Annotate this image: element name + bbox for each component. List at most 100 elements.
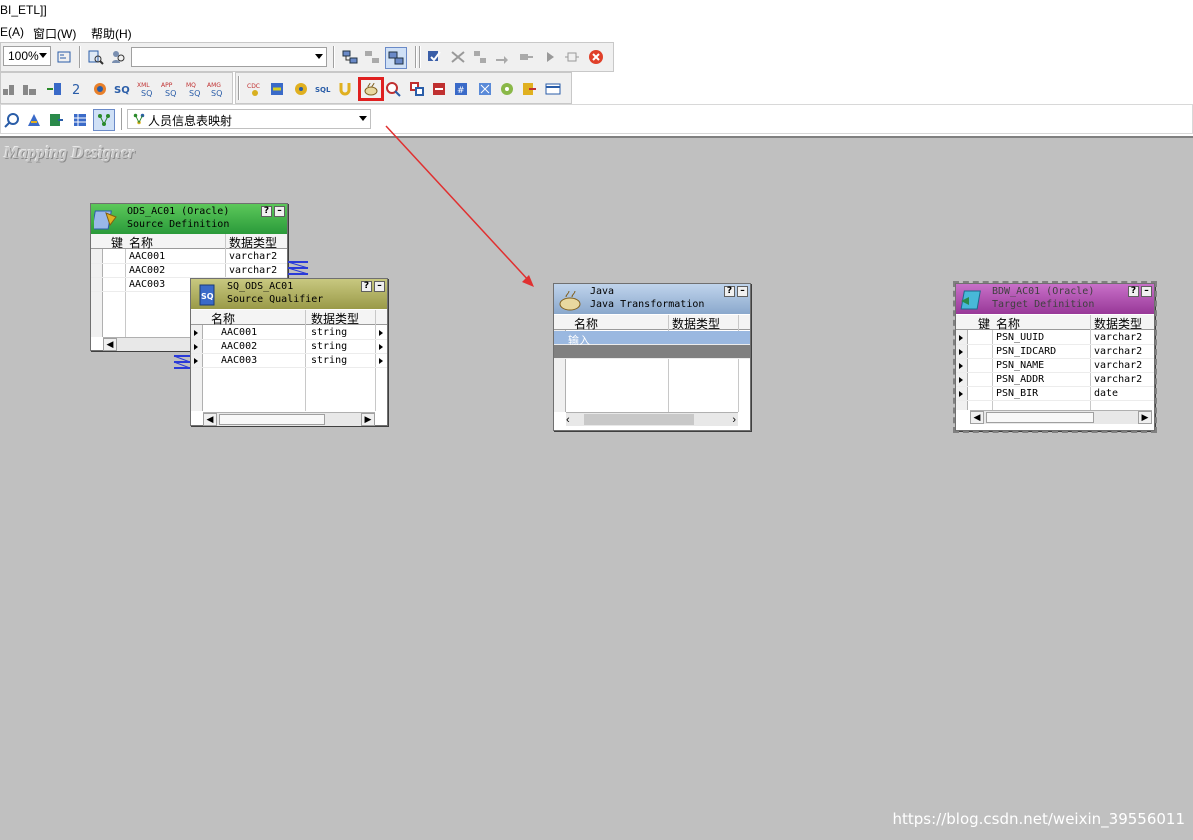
transformation-developer-icon[interactable]: [71, 111, 89, 129]
java-transformation-widget[interactable]: Java Java Transformation ? – 名称 数据类型 输入 ‹…: [553, 283, 751, 431]
scroll-left-icon[interactable]: ‹: [566, 414, 570, 426]
debug-continue-button[interactable]: [517, 48, 535, 66]
target-designer-icon[interactable]: [47, 111, 65, 129]
minimize-button[interactable]: –: [374, 281, 385, 292]
svg-text:XML: XML: [137, 82, 150, 89]
lookup-search-icon[interactable]: [384, 80, 402, 98]
qualifier-header[interactable]: SQ SQ_ODS_AC01 Source Qualifier ? –: [191, 279, 387, 309]
stop-icon[interactable]: [587, 48, 605, 66]
target-header[interactable]: BDW_AC01 (Oracle) Target Definition ? –: [956, 284, 1154, 314]
help-button[interactable]: ?: [361, 281, 372, 292]
mapping-selector[interactable]: 人员信息表映射: [127, 109, 371, 129]
union-icon[interactable]: [336, 80, 354, 98]
port-in-icon: [959, 377, 963, 383]
table-row[interactable]: PSN_ADDR varchar2: [956, 373, 1154, 387]
port-out-icon: [379, 358, 383, 364]
table-row[interactable]: AAC002 string: [191, 340, 387, 354]
watermark-text: https://blog.csdn.net/weixin_39556011: [892, 810, 1185, 828]
arrange-iconic-button[interactable]: [363, 48, 381, 66]
menu-item-a[interactable]: E(A): [0, 25, 24, 39]
stored-proc-icon[interactable]: [292, 80, 310, 98]
mq-sq-icon[interactable]: MQ SQ: [185, 78, 205, 100]
table-row[interactable]: PSN_UUID varchar2: [956, 331, 1154, 345]
svg-text:SQ: SQ: [165, 89, 176, 98]
help-button[interactable]: ?: [724, 286, 735, 297]
horizontal-scrollbar[interactable]: ‹ ›: [566, 412, 738, 426]
update-strategy-icon[interactable]: [520, 80, 538, 98]
toolbar-row-2b: CDC SQL #: [235, 72, 572, 104]
menu-item-window[interactable]: 窗口(W): [33, 25, 76, 42]
overview-button[interactable]: [385, 47, 407, 69]
scroll-thumb[interactable]: [219, 414, 325, 425]
java-header[interactable]: Java Java Transformation ? –: [554, 284, 750, 314]
source-qualifier-widget[interactable]: SQ SQ_ODS_AC01 Source Qualifier ? – 名称 数据…: [190, 278, 388, 426]
table-row[interactable]: PSN_BIR date: [956, 387, 1154, 401]
transaction-control-icon[interactable]: [544, 80, 562, 98]
find-users-button[interactable]: [109, 48, 127, 66]
mapping-designer-icon[interactable]: [93, 109, 115, 131]
mapping-icon: [133, 113, 145, 125]
port-out-icon: [379, 344, 383, 350]
zoom-select[interactable]: 100%: [3, 46, 51, 66]
minimize-button[interactable]: –: [737, 286, 748, 297]
workspace-search-icon[interactable]: [3, 111, 21, 129]
table-row[interactable]: AAC001 string: [191, 326, 387, 340]
validate-button[interactable]: [425, 48, 443, 66]
router-icon[interactable]: [430, 80, 448, 98]
table-row[interactable]: PSN_IDCARD varchar2: [956, 345, 1154, 359]
scroll-right-icon[interactable]: ▶: [361, 413, 375, 426]
source-header[interactable]: ODS_AC01 (Oracle) Source Definition ? –: [91, 204, 287, 234]
arrange-right-icon[interactable]: [21, 80, 39, 98]
joiner-icon[interactable]: [476, 80, 494, 98]
scroll-left-icon[interactable]: ◀: [103, 338, 117, 351]
scroll-left-icon[interactable]: ◀: [203, 413, 217, 426]
minimize-button[interactable]: –: [274, 206, 285, 217]
rank-icon[interactable]: 2: [67, 80, 85, 98]
table-row[interactable]: AAC003 string: [191, 354, 387, 368]
arrange-left-icon[interactable]: [1, 80, 19, 98]
expression-icon[interactable]: [45, 80, 63, 98]
scroll-right-icon[interactable]: ▶: [1138, 411, 1152, 424]
arrange-button[interactable]: [341, 48, 359, 66]
menu-item-help[interactable]: 帮助(H): [91, 25, 132, 42]
source-analyzer-icon[interactable]: [25, 111, 43, 129]
mapplet-icon[interactable]: [498, 80, 516, 98]
svg-text:#: #: [457, 86, 465, 96]
minimize-button[interactable]: –: [1141, 286, 1152, 297]
sq-icon[interactable]: SQ: [113, 80, 131, 98]
xml-sq-icon[interactable]: XML SQ: [137, 78, 157, 100]
horizontal-scrollbar[interactable]: ◀ ▶: [970, 410, 1152, 424]
mapping-canvas[interactable]: Mapping Designer ODS_AC01 (Oracle) Sourc…: [0, 136, 1193, 840]
sql-icon[interactable]: SQL: [314, 80, 332, 98]
window-title-bar: BI_ETL]]: [0, 0, 1193, 22]
debug-step-button[interactable]: [471, 48, 489, 66]
help-button[interactable]: ?: [261, 206, 272, 217]
scroll-left-icon[interactable]: ◀: [970, 411, 984, 424]
zoom-fit-button[interactable]: [55, 48, 73, 66]
amg-sq-icon[interactable]: AMG SQ: [207, 78, 227, 100]
scroll-thumb[interactable]: [584, 414, 694, 425]
scroll-right-icon[interactable]: ›: [732, 414, 736, 426]
debug-break-button[interactable]: [563, 48, 581, 66]
lookup-icon[interactable]: [268, 80, 286, 98]
cdc-icon[interactable]: CDC: [246, 80, 264, 98]
table-row[interactable]: PSN_NAME varchar2: [956, 359, 1154, 373]
normalizer-icon[interactable]: [408, 80, 426, 98]
search-combo[interactable]: [131, 47, 327, 67]
java-transformation-button[interactable]: [358, 77, 384, 101]
sorter-icon[interactable]: [91, 80, 109, 98]
debug-next-button[interactable]: [493, 48, 511, 66]
scroll-thumb[interactable]: [986, 412, 1094, 423]
app-sq-icon[interactable]: APP SQ: [161, 78, 181, 100]
table-row[interactable]: [554, 345, 750, 359]
sequence-icon[interactable]: #: [452, 80, 470, 98]
table-row-input[interactable]: 输入: [554, 331, 750, 347]
help-button[interactable]: ?: [1128, 286, 1139, 297]
target-definition-widget[interactable]: BDW_AC01 (Oracle) Target Definition ? – 键…: [953, 281, 1157, 433]
debug-button[interactable]: [449, 48, 467, 66]
play-icon[interactable]: [541, 48, 559, 66]
svg-text:SQ: SQ: [189, 89, 200, 98]
find-button[interactable]: [87, 48, 105, 66]
horizontal-scrollbar[interactable]: ◀ ▶: [203, 412, 375, 426]
canvas-label: Mapping Designer: [4, 143, 135, 162]
